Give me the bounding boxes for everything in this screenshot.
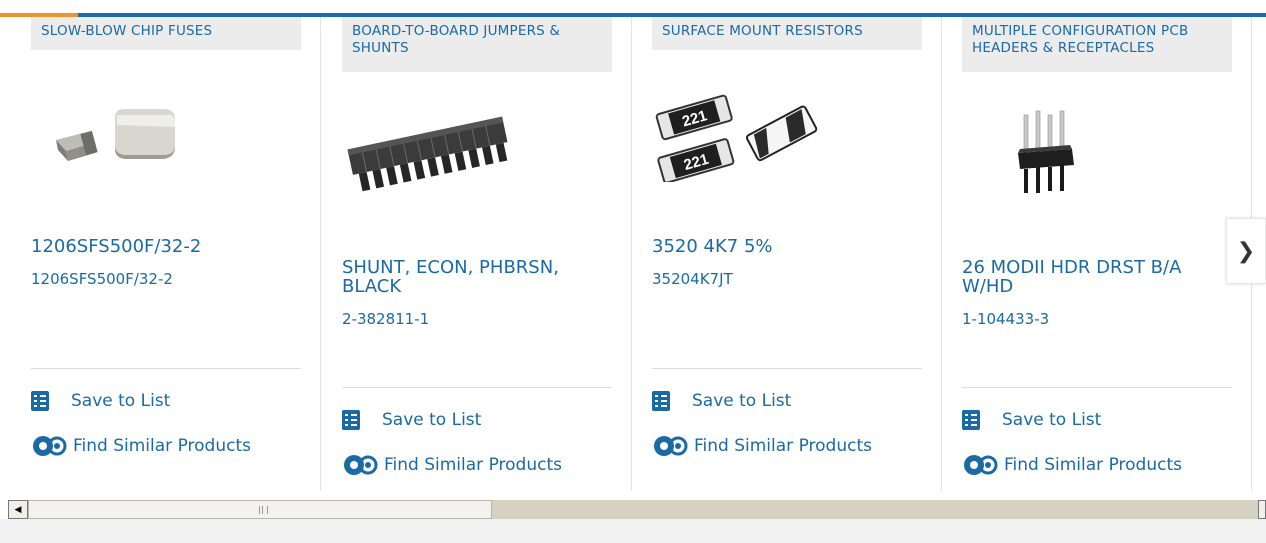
card-separator	[320, 17, 321, 491]
part-number[interactable]: 2-382811-1	[342, 310, 429, 328]
gears-icon	[964, 455, 998, 475]
carousel-next-button[interactable]: ❯	[1226, 218, 1266, 284]
save-to-list-label: Save to List	[71, 391, 171, 411]
card-divider	[342, 387, 612, 388]
find-similar-label: Find Similar Products	[384, 455, 562, 475]
product-image[interactable]	[53, 105, 183, 165]
product-title[interactable]: SHUNT, ECON, PHBRSN, BLACK	[342, 258, 592, 296]
category-label[interactable]: SURFACE MOUNT RESISTORS	[652, 17, 922, 50]
find-similar-label: Find Similar Products	[694, 436, 872, 456]
product-card-2: BOARD-TO-BOARD JUMPERS & SHUNTS SHUNT, E…	[342, 17, 652, 491]
find-similar-products-button[interactable]: Find Similar Products	[31, 433, 251, 459]
card-separator	[631, 17, 632, 491]
card-divider	[652, 368, 922, 369]
product-card-1: SLOW-BLOW CHIP FUSES 1206SFS500F/32-2 12…	[31, 17, 341, 491]
product-title[interactable]: 3520 4K7 5%	[652, 237, 922, 256]
gears-icon	[33, 436, 67, 456]
gears-icon	[654, 436, 688, 456]
product-card-4: MULTIPLE CONFIGURATION PCB HEADERS & REC…	[962, 17, 1266, 491]
product-image[interactable]	[1010, 109, 1090, 209]
scroll-right-button[interactable]	[1258, 500, 1266, 519]
find-similar-label: Find Similar Products	[73, 436, 251, 456]
save-to-list-button[interactable]: Save to List	[962, 410, 1101, 430]
checklist-icon	[342, 410, 360, 430]
product-image[interactable]	[342, 103, 512, 203]
card-divider	[962, 387, 1232, 388]
category-label[interactable]: SLOW-BLOW CHIP FUSES	[31, 17, 301, 50]
product-card-3: SURFACE MOUNT RESISTORS 221 221 3520 4K7…	[652, 17, 962, 491]
scroll-left-button[interactable]: ◀	[8, 500, 28, 519]
scrollbar-thumb[interactable]	[28, 500, 492, 519]
category-label[interactable]: MULTIPLE CONFIGURATION PCB HEADERS & REC…	[962, 17, 1232, 72]
save-to-list-label: Save to List	[692, 391, 792, 411]
gears-icon	[344, 455, 378, 475]
checklist-icon	[31, 391, 49, 411]
card-divider	[31, 368, 301, 369]
save-to-list-button[interactable]: Save to List	[652, 391, 791, 411]
save-to-list-label: Save to List	[382, 410, 482, 430]
find-similar-products-button[interactable]: Find Similar Products	[652, 433, 872, 459]
product-title[interactable]: 1206SFS500F/32-2	[31, 237, 301, 256]
grip-icon	[259, 506, 268, 514]
find-similar-products-button[interactable]: Find Similar Products	[342, 452, 562, 478]
category-label[interactable]: BOARD-TO-BOARD JUMPERS & SHUNTS	[342, 17, 612, 72]
checklist-icon	[652, 391, 670, 411]
save-to-list-button[interactable]: Save to List	[342, 410, 481, 430]
part-number[interactable]: 1-104433-3	[962, 310, 1049, 328]
arrow-left-icon: ◀	[14, 504, 22, 515]
card-separator	[941, 17, 942, 491]
part-number[interactable]: 1206SFS500F/32-2	[31, 270, 173, 288]
save-to-list-button[interactable]: Save to List	[31, 391, 170, 411]
horizontal-scrollbar[interactable]: ◀	[8, 500, 1266, 519]
find-similar-label: Find Similar Products	[1004, 455, 1182, 475]
product-image[interactable]: 221 221	[652, 87, 822, 182]
checklist-icon	[962, 410, 980, 430]
part-number[interactable]: 35204K7JT	[652, 270, 733, 288]
save-to-list-label: Save to List	[1002, 410, 1102, 430]
find-similar-products-button[interactable]: Find Similar Products	[962, 452, 1182, 478]
product-title[interactable]: 26 MODII HDR DRST B/A W/HD	[962, 258, 1232, 296]
chevron-right-icon: ❯	[1236, 238, 1256, 264]
footer-area	[0, 519, 1266, 543]
